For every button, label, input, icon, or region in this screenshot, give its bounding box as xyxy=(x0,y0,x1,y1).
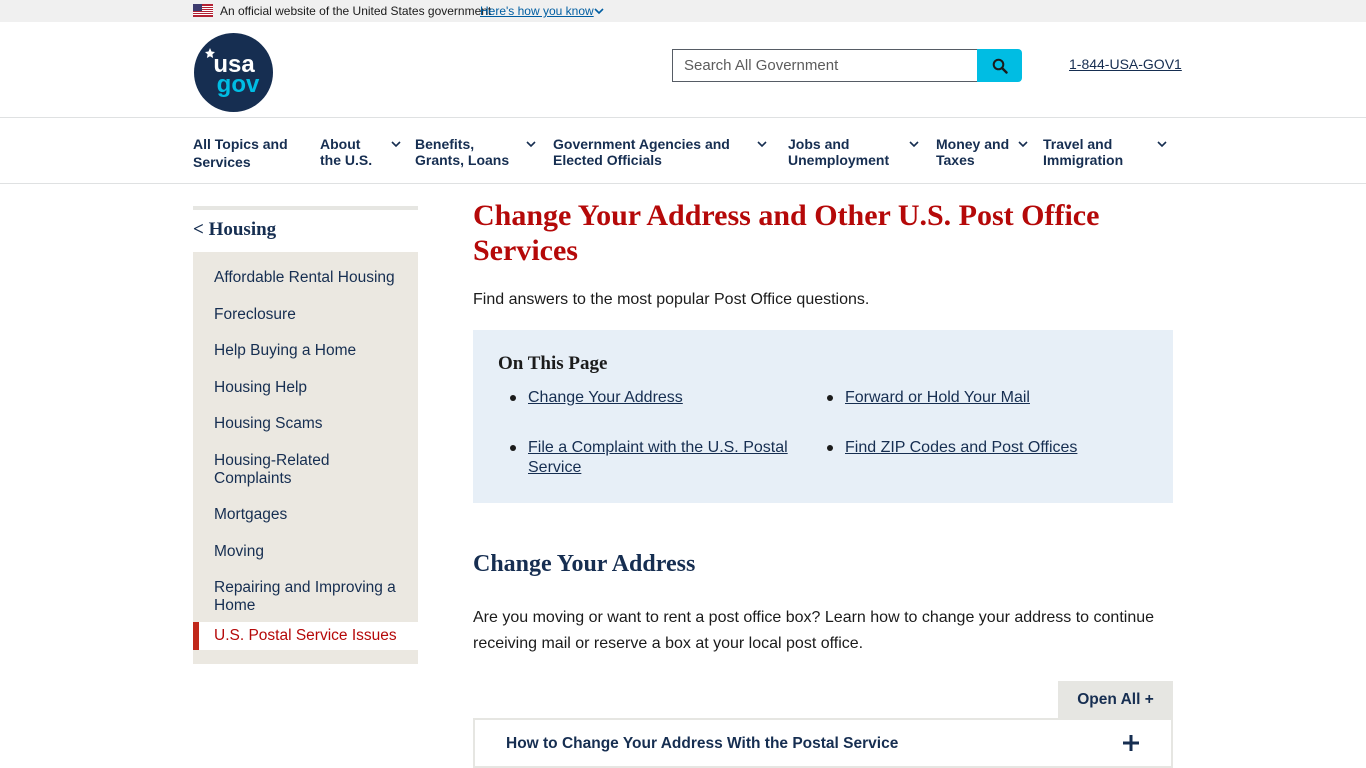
sidebar-item-postal-service-issues[interactable]: U.S. Postal Service Issues xyxy=(193,622,418,650)
sidebar-item-housing-scams[interactable]: Housing Scams xyxy=(214,415,409,433)
nav-label: Elected Officials xyxy=(553,152,662,168)
us-flag-icon xyxy=(193,4,213,17)
sidebar-item-label: U.S. Postal Service Issues xyxy=(214,627,397,644)
chevron-down-icon xyxy=(757,141,767,148)
plus-icon xyxy=(1123,735,1139,751)
search-icon xyxy=(992,58,1008,74)
chevron-down-icon xyxy=(909,141,919,148)
open-all-button[interactable]: Open All + xyxy=(1058,681,1173,719)
sidebar-item-foreclosure[interactable]: Foreclosure xyxy=(214,306,409,324)
heres-how-you-know-link[interactable]: Here's how you know xyxy=(480,4,594,18)
chevron-down-icon xyxy=(1018,141,1028,148)
on-this-page-box: On This Page Change Your Address Forward… xyxy=(473,330,1173,503)
sidebar-item-moving[interactable]: Moving xyxy=(214,543,409,561)
page-intro: Find answers to the most popular Post Of… xyxy=(473,291,870,308)
nav-label: Government Agencies and xyxy=(553,136,730,152)
sidebar-back-link[interactable]: < Housing xyxy=(193,219,276,241)
section-text: Are you moving or want to rent a post of… xyxy=(473,609,1155,652)
search-form xyxy=(672,49,1022,82)
usagov-logo[interactable]: usa gov xyxy=(194,33,273,112)
nav-jobs[interactable]: Jobs and Unemployment xyxy=(788,136,919,168)
sidebar-item-help-buying-a-home[interactable]: Help Buying a Home xyxy=(214,342,409,360)
site-header: usa gov 1-844-USA-GOV1 xyxy=(0,22,1366,118)
chevron-down-icon xyxy=(1157,141,1167,148)
nav-label: Taxes xyxy=(936,152,975,168)
phone-link[interactable]: 1-844-USA-GOV1 xyxy=(1069,56,1182,72)
official-banner: An official website of the United States… xyxy=(0,0,1366,22)
bullet xyxy=(827,395,833,401)
nav-all-topics[interactable]: All Topics and Services xyxy=(193,136,288,170)
nav-benefits[interactable]: Benefits, Grants, Loans xyxy=(415,136,536,168)
chevron-down-icon[interactable] xyxy=(593,5,605,17)
nav-label: Services xyxy=(193,154,251,170)
search-button[interactable] xyxy=(977,49,1022,82)
svg-text:gov: gov xyxy=(217,71,260,98)
section-title: Change Your Address xyxy=(473,551,696,577)
chevron-down-icon xyxy=(391,141,401,148)
sidebar-item-mortgages[interactable]: Mortgages xyxy=(214,506,409,524)
sidebar-divider xyxy=(193,206,418,210)
otp-link-forward-hold-mail[interactable]: Forward or Hold Your Mail xyxy=(845,388,1030,408)
otp-link-file-complaint[interactable]: File a Complaint with the U.S. Postal Se… xyxy=(528,438,798,478)
search-input[interactable] xyxy=(672,49,978,82)
sidebar-list: Affordable Rental Housing Foreclosure He… xyxy=(193,252,418,664)
nav-label: the U.S. xyxy=(320,152,373,168)
nav-label: Immigration xyxy=(1043,152,1124,168)
sidebar-item-housing-help[interactable]: Housing Help xyxy=(214,379,409,397)
nav-label: Jobs and xyxy=(788,136,850,152)
chevron-down-icon xyxy=(526,141,536,148)
bullet xyxy=(510,395,516,401)
usagov-logo-icon: usa gov xyxy=(205,48,260,98)
otp-link-change-address[interactable]: Change Your Address xyxy=(528,388,683,408)
sidebar-item-housing-related-complaints[interactable]: Housing-Related Complaints xyxy=(214,452,364,488)
otp-link-find-zip-codes[interactable]: Find ZIP Codes and Post Offices xyxy=(845,438,1077,458)
sidebar-item-affordable-rental-housing[interactable]: Affordable Rental Housing xyxy=(214,269,409,287)
nav-label: Travel and xyxy=(1043,136,1113,152)
official-text: An official website of the United States… xyxy=(220,4,492,18)
accordion-change-address[interactable]: How to Change Your Address With the Post… xyxy=(473,718,1173,768)
nav-about-us[interactable]: About the U.S. xyxy=(320,136,401,168)
nav-government-agencies[interactable]: Government Agencies and Elected Official… xyxy=(553,136,767,168)
on-this-page-heading: On This Page xyxy=(498,353,608,374)
nav-label: Benefits, xyxy=(415,136,475,152)
sidebar-item-repairing-and-improving[interactable]: Repairing and Improving a Home xyxy=(214,579,409,615)
accordion-label: How to Change Your Address With the Post… xyxy=(506,735,899,752)
page-title: Change Your Address and Other U.S. Post … xyxy=(473,199,1100,267)
bullet xyxy=(510,445,516,451)
nav-money-taxes[interactable]: Money and Taxes xyxy=(936,136,1028,168)
main-nav: All Topics and Services About the U.S. B… xyxy=(0,118,1366,184)
nav-label: Money and xyxy=(936,136,1010,152)
nav-label: Unemployment xyxy=(788,152,890,168)
nav-travel-immigration[interactable]: Travel and Immigration xyxy=(1043,136,1167,168)
nav-label: About xyxy=(320,136,361,152)
nav-label: All Topics and xyxy=(193,136,288,152)
nav-label: Grants, Loans xyxy=(415,152,510,168)
bullet xyxy=(827,445,833,451)
